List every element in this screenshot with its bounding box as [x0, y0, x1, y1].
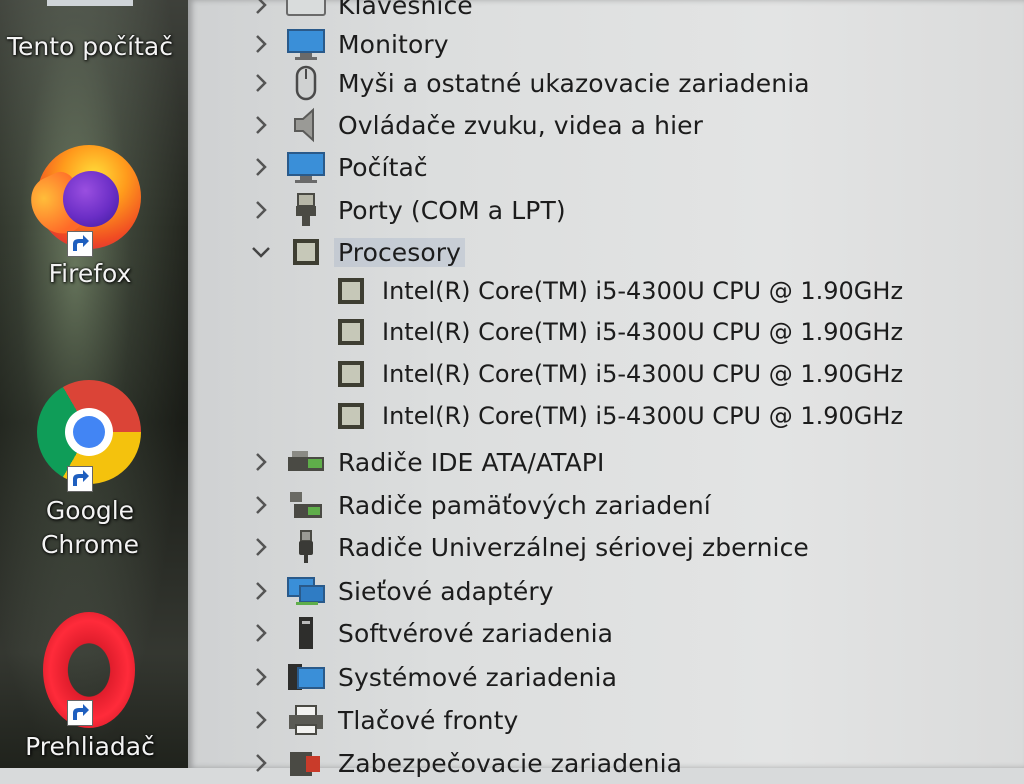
tree-category-label: Klávesnice	[338, 0, 473, 20]
this-pc-icon	[37, 0, 143, 30]
tree-category-processors[interactable]: Procesory	[188, 231, 1024, 273]
keyboard-icon	[286, 0, 326, 22]
processor-icon	[334, 399, 368, 433]
tree-category-monitors[interactable]: Monitory	[188, 23, 1024, 65]
network-adapter-icon	[286, 574, 326, 608]
tree-category-label: Radiče IDE ATA/ATAPI	[338, 447, 605, 477]
storage-controller-icon	[286, 488, 326, 522]
tree-category-usb-controllers[interactable]: Radiče Univerzálnej sériovej zbernice	[188, 526, 1024, 568]
chevron-right-icon[interactable]	[250, 709, 272, 731]
chevron-right-icon[interactable]	[250, 451, 272, 473]
print-queue-icon	[286, 703, 326, 737]
desktop-icon-label: Prehliadač	[25, 732, 155, 761]
tree-category-label: Porty (COM a LPT)	[338, 195, 566, 225]
tree-device-label: Intel(R) Core(TM) i5-4300U CPU @ 1.90GHz	[382, 277, 904, 305]
ide-controller-icon	[286, 445, 326, 479]
shortcut-arrow-icon	[67, 231, 93, 257]
chevron-right-icon[interactable]	[250, 580, 272, 602]
tree-device-label: Intel(R) Core(TM) i5-4300U CPU @ 1.90GHz	[382, 318, 904, 346]
tree-category-ports[interactable]: Porty (COM a LPT)	[188, 189, 1024, 231]
desktop-icon-opera[interactable]: Prehliadač	[0, 612, 180, 764]
chevron-right-icon[interactable]	[250, 752, 272, 774]
processor-icon	[334, 274, 368, 308]
security-device-icon	[286, 746, 326, 780]
chevron-right-icon[interactable]	[250, 494, 272, 516]
chevron-right-icon[interactable]	[250, 72, 272, 94]
chevron-right-icon[interactable]	[250, 199, 272, 221]
software-device-icon	[286, 616, 326, 650]
tree-category-storage-controllers[interactable]: Radiče pamäťových zariadení	[188, 484, 1024, 526]
desktop-icon-this-pc[interactable]: Tento počítač	[0, 0, 180, 64]
chevron-right-icon[interactable]	[250, 666, 272, 688]
tree-category-label: Sieťové adaptéry	[338, 576, 554, 606]
tree-device-processor[interactable]: Intel(R) Core(TM) i5-4300U CPU @ 1.90GHz	[188, 395, 1024, 437]
chevron-right-icon[interactable]	[250, 33, 272, 55]
desktop-icon-label-line2: Chrome	[40, 530, 140, 559]
tree-category-computer[interactable]: Počítač	[188, 146, 1024, 188]
tree-device-label: Intel(R) Core(TM) i5-4300U CPU @ 1.90GHz	[382, 360, 904, 388]
device-manager-tree: Klávesnice Monitory Myši a ostatné ukazo…	[188, 0, 1024, 778]
firefox-icon	[22, 145, 143, 257]
usb-icon	[286, 530, 326, 564]
tree-device-processor[interactable]: Intel(R) Core(TM) i5-4300U CPU @ 1.90GHz	[188, 270, 1024, 312]
desktop-icon-label: Tento počítač	[6, 32, 173, 61]
shortcut-arrow-icon	[67, 466, 93, 492]
chevron-right-icon[interactable]	[250, 0, 272, 16]
tree-category-label: Radiče pamäťových zariadení	[338, 490, 711, 520]
tree-category-label: Systémové zariadenia	[338, 662, 617, 692]
tree-category-label: Softvérové zariadenia	[338, 618, 614, 648]
tree-category-mice[interactable]: Myši a ostatné ukazovacie zariadenia	[188, 62, 1024, 104]
mouse-icon	[286, 65, 326, 101]
desktop-icon-firefox[interactable]: Firefox	[0, 145, 180, 291]
chevron-right-icon[interactable]	[250, 114, 272, 136]
tree-category-label: Monitory	[338, 29, 449, 59]
processor-icon	[334, 357, 368, 391]
tree-device-label: Intel(R) Core(TM) i5-4300U CPU @ 1.90GHz	[382, 402, 904, 430]
tree-device-processor[interactable]: Intel(R) Core(TM) i5-4300U CPU @ 1.90GHz	[188, 311, 1024, 353]
opera-icon	[37, 612, 143, 728]
desktop-icon-label-line1: Google	[45, 496, 135, 525]
tree-category-security-devices[interactable]: Zabezpečovacie zariadenia	[188, 742, 1024, 784]
monitor-icon	[286, 27, 326, 61]
tree-category-print-queues[interactable]: Tlačové fronty	[188, 699, 1024, 741]
chevron-right-icon[interactable]	[250, 536, 272, 558]
tree-category-label: Počítač	[338, 152, 428, 182]
chevron-right-icon[interactable]	[250, 622, 272, 644]
tree-category-software-devices[interactable]: Softvérové zariadenia	[188, 612, 1024, 654]
tree-category-label: Ovládače zvuku, videa a hier	[338, 110, 703, 140]
tree-category-label: Myši a ostatné ukazovacie zariadenia	[338, 68, 810, 98]
computer-icon	[286, 150, 326, 184]
system-device-icon	[286, 660, 326, 694]
tree-category-label: Radiče Univerzálnej sériovej zbernice	[338, 532, 809, 562]
speaker-icon	[286, 107, 326, 143]
tree-category-sound[interactable]: Ovládače zvuku, videa a hier	[188, 104, 1024, 146]
processor-icon	[286, 235, 326, 269]
tree-category-system-devices[interactable]: Systémové zariadenia	[188, 656, 1024, 698]
tree-category-network-adapters[interactable]: Sieťové adaptéry	[188, 570, 1024, 612]
processor-icon	[334, 315, 368, 349]
shortcut-arrow-icon	[67, 700, 93, 726]
tree-device-processor[interactable]: Intel(R) Core(TM) i5-4300U CPU @ 1.90GHz	[188, 353, 1024, 395]
chevron-right-icon[interactable]	[250, 156, 272, 178]
chrome-icon	[37, 380, 143, 492]
desktop-strip: Tento počítač Firefox Google Chrome Preh…	[0, 0, 188, 768]
chevron-down-icon[interactable]	[250, 241, 272, 263]
port-icon	[286, 193, 326, 227]
desktop-icon-chrome[interactable]: Google Chrome	[0, 380, 180, 562]
tree-category-label: Tlačové fronty	[338, 705, 519, 735]
tree-category-label: Zabezpečovacie zariadenia	[338, 748, 683, 778]
tree-category-label: Procesory	[334, 237, 466, 267]
tree-category-ide-controllers[interactable]: Radiče IDE ATA/ATAPI	[188, 441, 1024, 483]
desktop-icon-label: Firefox	[48, 259, 132, 288]
